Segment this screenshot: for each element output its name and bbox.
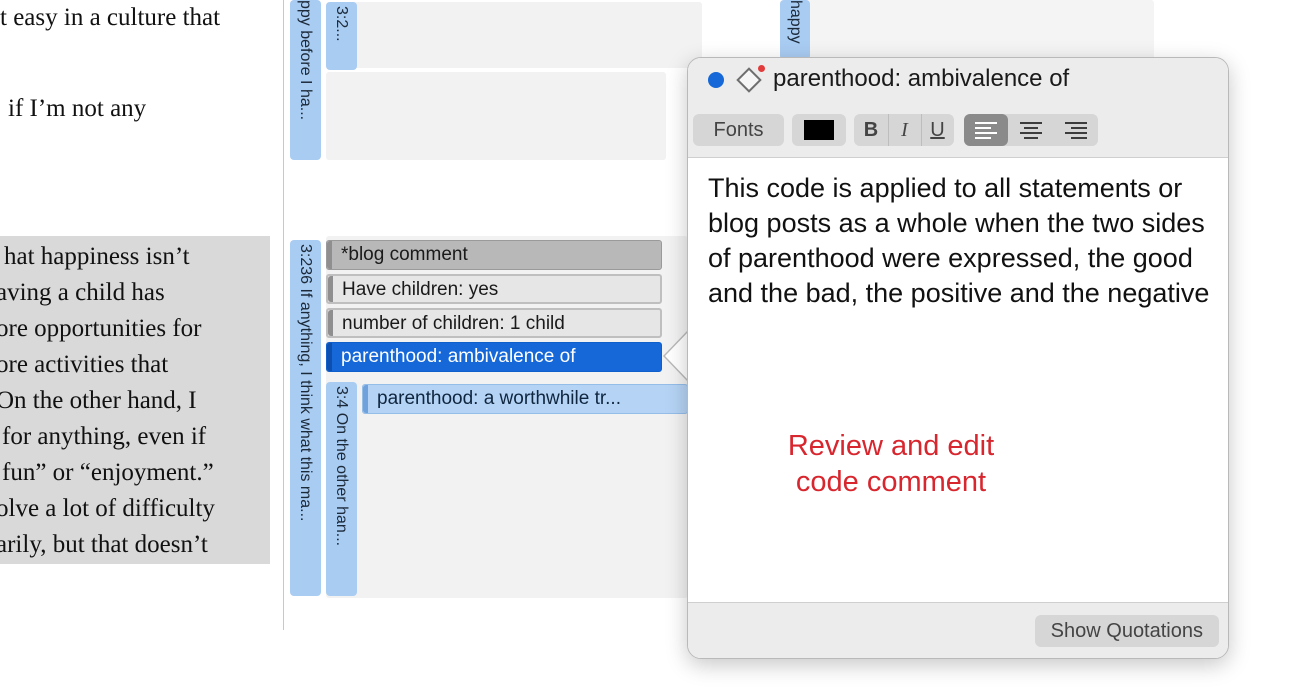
fonts-button[interactable]: Fonts — [693, 114, 784, 146]
quotation-bar[interactable]: happy — [780, 0, 810, 60]
document-line: t easy in a culture that — [0, 4, 221, 31]
margin-block — [780, 0, 1154, 60]
align-center-button[interactable] — [1009, 114, 1053, 146]
margin-block — [326, 72, 666, 160]
code-tag-parenthood-worthwhile[interactable]: parenthood: a worthwhile tr... — [362, 384, 688, 414]
code-diamond-icon — [736, 67, 762, 93]
quotation-bar[interactable]: 3:2... — [326, 2, 357, 70]
text-color-swatch — [804, 120, 834, 140]
document-line: olve a lot of difficulty — [0, 495, 215, 522]
quotation-bar[interactable]: ppy before I ha... — [290, 0, 321, 160]
comment-text-area[interactable]: This code is applied to all statements o… — [708, 171, 1213, 311]
quotation-bar[interactable]: 3:236 If anything, I think what this ma.… — [290, 240, 321, 596]
margin-divider — [283, 0, 284, 630]
quotation-label: 3:236 If anything, I think what this ma.… — [297, 244, 314, 522]
popover-arrow — [665, 331, 689, 381]
code-color-dot-icon[interactable] — [708, 72, 724, 88]
quotation-label: 3:4 On the other han... — [333, 386, 350, 547]
document-line: hat happiness isn’t — [4, 243, 190, 270]
align-center-icon — [1020, 122, 1042, 139]
align-left-icon — [975, 122, 997, 139]
selected-quotation-text[interactable]: hat happiness isn’t aving a child has or… — [0, 236, 270, 564]
text-style-group: B I U — [854, 114, 954, 146]
align-right-button[interactable] — [1054, 114, 1098, 146]
document-line: ore opportunities for — [0, 315, 202, 342]
document-line: arily, but that doesn’t — [0, 531, 208, 558]
document-line: if I’m not any — [8, 95, 147, 122]
alignment-group — [964, 114, 1098, 146]
code-title[interactable]: parenthood: ambivalence of — [773, 63, 1069, 95]
quotation-bar[interactable]: 3:4 On the other han... — [326, 382, 357, 596]
bold-button[interactable]: B — [855, 114, 887, 146]
annotation-label: Review and edit code comment — [787, 430, 995, 498]
quotation-label: 3:2... — [333, 6, 350, 42]
italic-button[interactable]: I — [888, 114, 920, 146]
quotation-label: ppy before I ha... — [297, 0, 314, 121]
text-color-button[interactable] — [792, 114, 846, 146]
document-line: On the other hand, I — [0, 387, 197, 414]
quotation-label: happy — [787, 0, 804, 44]
code-comment-popover: parenthood: ambivalence of Fonts B I U T… — [687, 57, 1229, 659]
document-line: aving a child has — [0, 279, 165, 306]
document-line: for anything, even if — [2, 423, 207, 450]
align-left-button[interactable] — [964, 114, 1008, 146]
popover-footer: Show Quotations — [688, 602, 1228, 658]
popover-header: parenthood: ambivalence of Fonts B I U — [688, 58, 1228, 158]
document-line: fun” or “enjoyment.” — [2, 459, 214, 486]
code-tag-blog-comment[interactable]: *blog comment — [326, 240, 662, 270]
align-right-icon — [1065, 122, 1087, 139]
underline-button[interactable]: U — [921, 114, 953, 146]
comment-indicator-icon — [758, 65, 765, 72]
margin-block — [326, 2, 702, 68]
code-tag-number-of-children[interactable]: number of children: 1 child — [326, 308, 662, 338]
code-tag-parenthood-ambivalence[interactable]: parenthood: ambivalence of — [326, 342, 662, 372]
show-quotations-button[interactable]: Show Quotations — [1034, 615, 1219, 647]
document-line: ore activities that — [0, 351, 169, 378]
code-tag-have-children[interactable]: Have children: yes — [326, 274, 662, 304]
